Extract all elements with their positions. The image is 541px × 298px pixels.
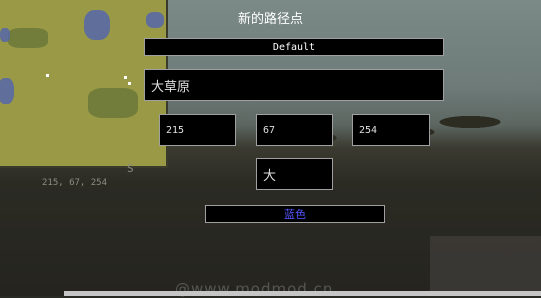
waypoint-name-input[interactable]: 大草原 <box>144 69 444 101</box>
map-terrain-patch <box>8 28 48 48</box>
stone-block <box>430 236 541 296</box>
waypoint-color-button[interactable]: 蓝色 <box>205 205 385 223</box>
y-coordinate-input[interactable]: 67 <box>256 114 333 146</box>
map-marker-dot <box>124 76 127 79</box>
map-water-patch <box>0 28 10 42</box>
screen-title: 新的路径点 <box>237 12 303 27</box>
hotbar-edge <box>64 291 541 296</box>
compass-south-label: S <box>127 162 134 175</box>
map-water-patch <box>0 78 14 104</box>
map-marker-dot <box>46 74 49 77</box>
waypoint-initial-input[interactable]: 大 <box>256 158 333 190</box>
map-terrain-patch <box>88 88 138 118</box>
waypoint-set-button[interactable]: Default <box>144 38 444 56</box>
x-coordinate-input[interactable]: 215 <box>159 114 236 146</box>
player-coordinates: 215, 67, 254 <box>42 178 108 188</box>
z-coordinate-input[interactable]: 254 <box>352 114 430 146</box>
map-marker-dot <box>128 82 131 85</box>
